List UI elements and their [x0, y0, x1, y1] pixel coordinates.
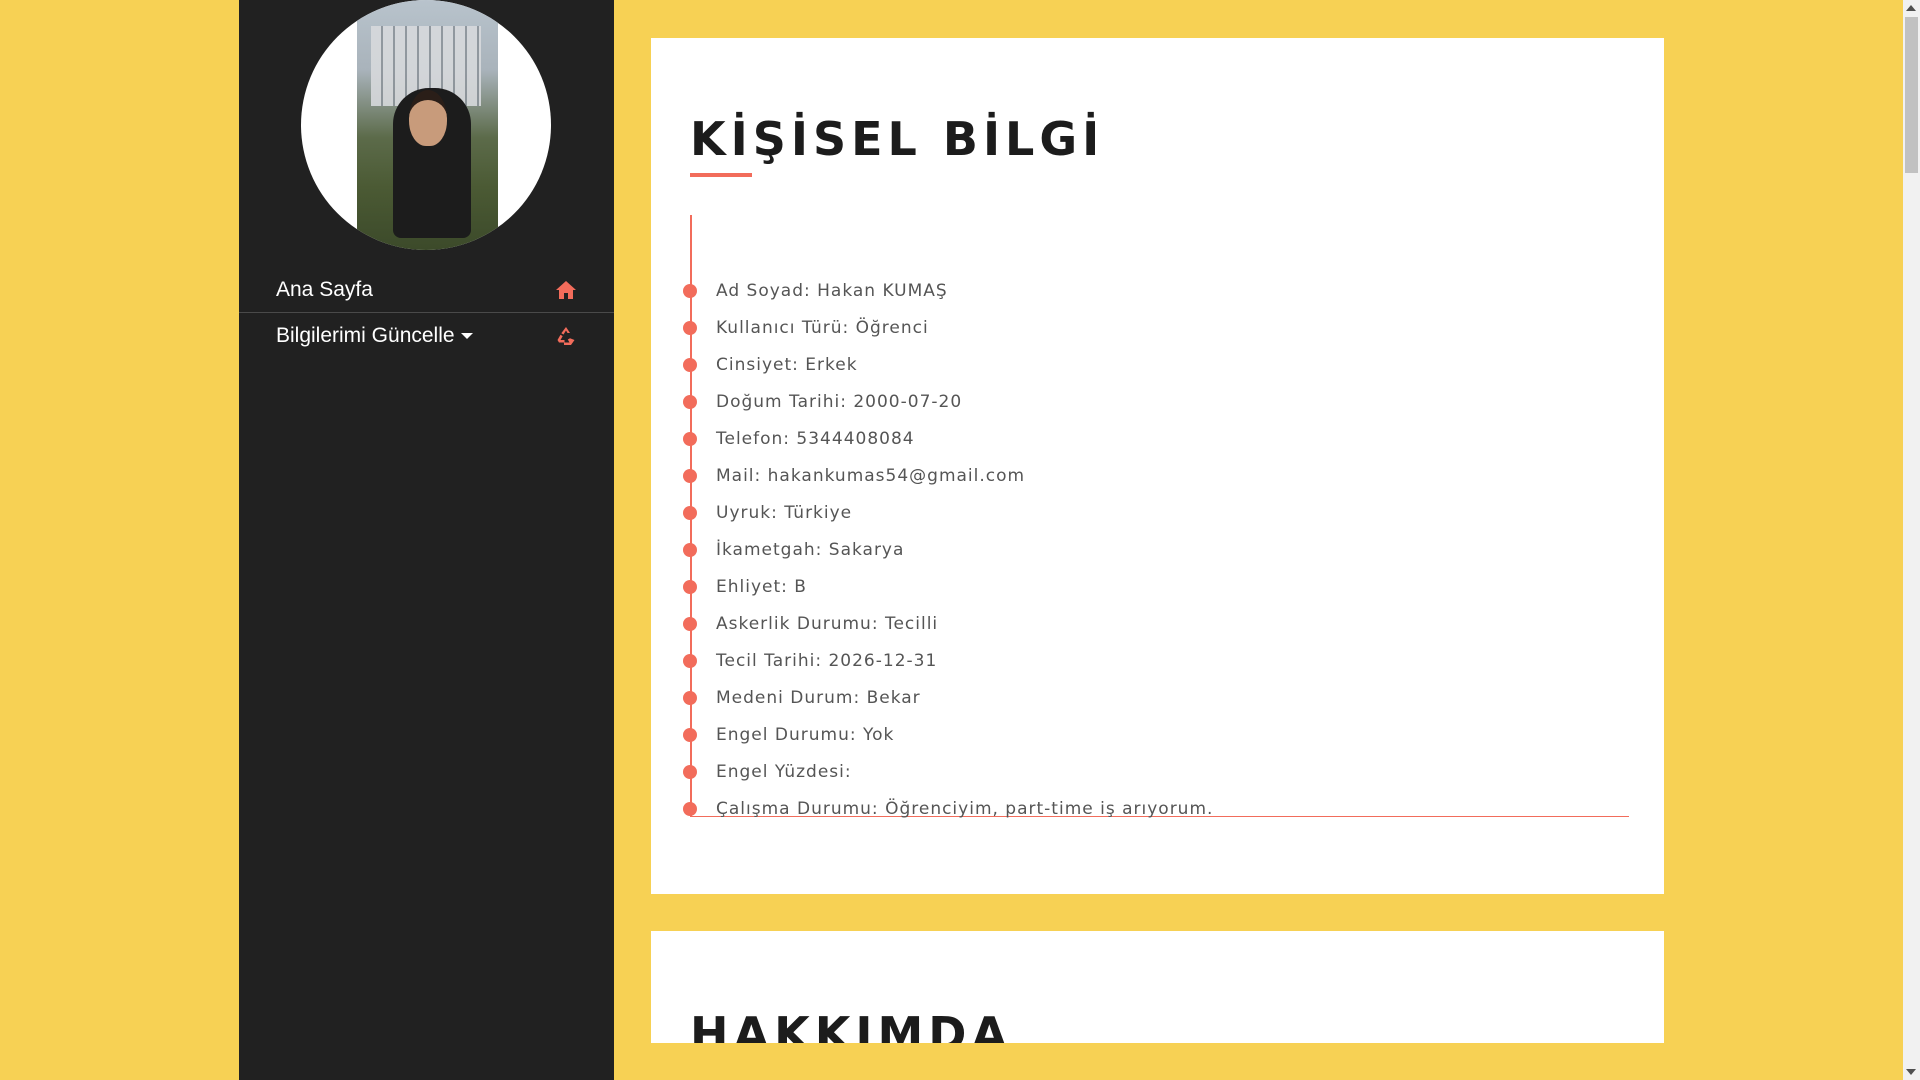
profile-photo [357, 0, 498, 250]
list-item-text: Askerlik Durumu: Tecilli [716, 614, 939, 634]
list-item: İkametgah: Sakarya [683, 538, 905, 562]
personal-info-title: KİŞİSEL BİLGİ [690, 112, 1105, 166]
list-item: Cinsiyet: Erkek [683, 353, 858, 377]
nav-item-update-label: Bilgilerimi Güncelle [276, 324, 455, 347]
list-item: Engel Yüzdesi: [683, 760, 852, 784]
timeline-dot-icon [683, 617, 697, 631]
list-item: Ad Soyad: Hakan KUMAŞ [683, 279, 948, 303]
list-item-text: Doğum Tarihi: 2000-07-20 [716, 392, 963, 412]
list-item: Engel Durumu: Yok [683, 723, 895, 747]
list-item: Ehliyet: B [683, 575, 807, 599]
scroll-down-icon[interactable] [1906, 1069, 1916, 1075]
timeline-dot-icon [683, 469, 697, 483]
sidebar: Ana Sayfa Bilgilerimi Güncelle [239, 0, 614, 1080]
list-item-text: Ehliyet: B [716, 577, 807, 597]
timeline-dot-icon [683, 284, 697, 298]
timeline-dot-icon [683, 395, 697, 409]
list-item-text: Telefon: 5344408084 [716, 429, 915, 449]
list-item-text: Cinsiyet: Erkek [716, 355, 858, 375]
list-item-text: Uyruk: Türkiye [716, 503, 853, 523]
timeline-dot-icon [683, 580, 697, 594]
list-item: Medeni Durum: Bekar [683, 686, 921, 710]
timeline-dot-icon [683, 432, 697, 446]
personal-info-card: KİŞİSEL BİLGİ Ad Soyad: Hakan KUMAŞ Kulla… [651, 38, 1664, 894]
list-item: Uyruk: Türkiye [683, 501, 853, 525]
nav-item-home-label: Ana Sayfa [276, 277, 373, 301]
photo-person-head [409, 90, 447, 146]
title-underline [690, 173, 752, 177]
list-item-text: Medeni Durum: Bekar [716, 688, 921, 708]
timeline-dot-icon [683, 654, 697, 668]
home-icon [554, 278, 578, 302]
list-item: Tecil Tarihi: 2026-12-31 [683, 649, 938, 673]
chevron-down-icon [460, 333, 473, 340]
list-item-text: Mail: hakankumas54@gmail.com [716, 466, 1026, 486]
list-item: Çalışma Durumu: Öğrenciyim, part-time iş… [683, 797, 1214, 821]
timeline-dot-icon [683, 543, 697, 557]
recycle-icon [554, 324, 578, 348]
list-item: Askerlik Durumu: Tecilli [683, 612, 939, 636]
list-item-text: Çalışma Durumu: Öğrenciyim, part-time iş… [716, 799, 1214, 819]
scroll-thumb[interactable] [1905, 17, 1918, 173]
timeline-dot-icon [683, 728, 697, 742]
list-item-text: İkametgah: Sakarya [716, 540, 905, 560]
timeline-dot-icon [683, 358, 697, 372]
nav-item-home[interactable]: Ana Sayfa [239, 267, 614, 313]
list-item: Telefon: 5344408084 [683, 427, 915, 451]
scroll-up-icon[interactable] [1906, 5, 1916, 11]
timeline-dot-icon [683, 321, 697, 335]
timeline-dot-icon [683, 506, 697, 520]
list-item-text: Tecil Tarihi: 2026-12-31 [716, 651, 938, 671]
list-item-text: Engel Durumu: Yok [716, 725, 895, 745]
nav-item-update-wrapper: Bilgilerimi Güncelle [276, 324, 473, 348]
avatar [301, 0, 551, 250]
list-item-text: Kullanıcı Türü: Öğrenci [716, 318, 929, 338]
about-card: HAKKIMDA [651, 931, 1664, 1043]
list-item: Mail: hakankumas54@gmail.com [683, 464, 1026, 488]
timeline-dot-icon [683, 691, 697, 705]
timeline-dot-icon [683, 802, 697, 816]
personal-info-list: Ad Soyad: Hakan KUMAŞ Kullanıcı Türü: Öğr… [683, 215, 1629, 819]
list-item: Doğum Tarihi: 2000-07-20 [683, 390, 963, 414]
nav-item-update-info[interactable]: Bilgilerimi Güncelle [239, 313, 614, 359]
timeline-dot-icon [683, 765, 697, 779]
list-item: Kullanıcı Türü: Öğrenci [683, 316, 929, 340]
list-item-text: Ad Soyad: Hakan KUMAŞ [716, 281, 948, 301]
scrollbar[interactable] [1903, 0, 1920, 1080]
about-title: HAKKIMDA [690, 1007, 1013, 1043]
list-item-text: Engel Yüzdesi: [716, 762, 852, 782]
